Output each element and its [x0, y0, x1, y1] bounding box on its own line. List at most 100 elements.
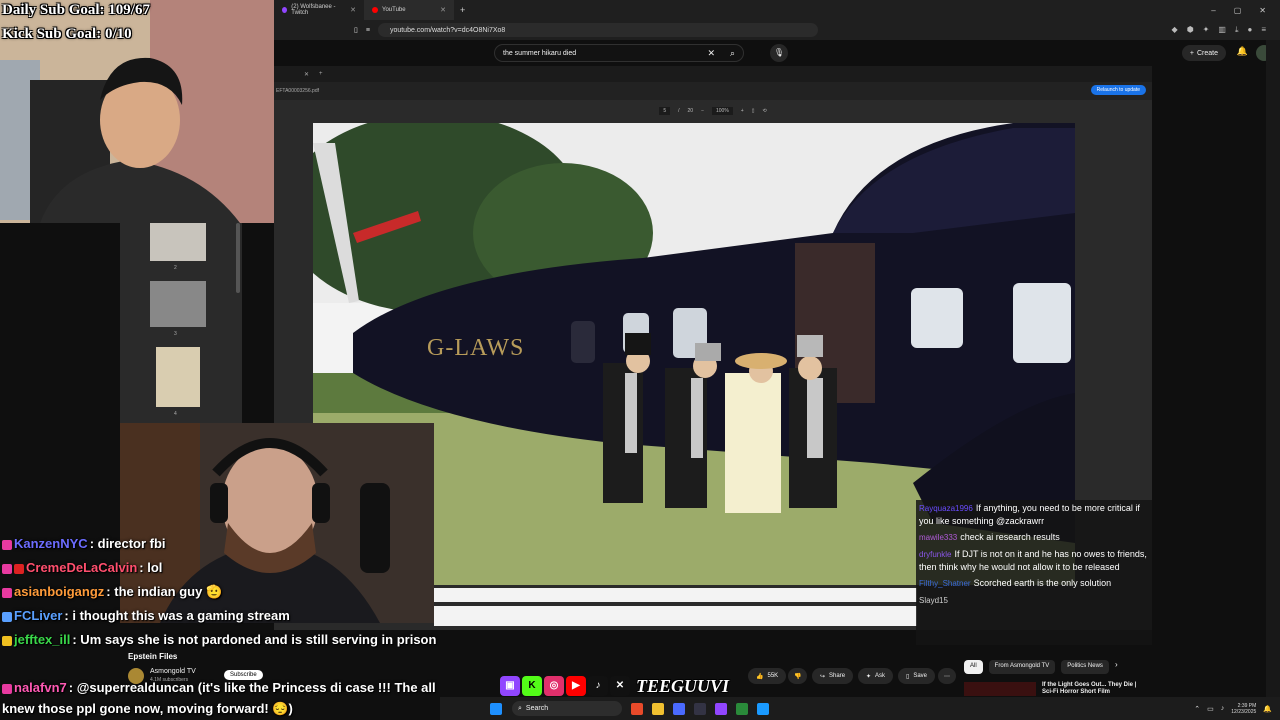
- bell-icon[interactable]: 🔔: [1237, 46, 1248, 57]
- discord-icon[interactable]: [673, 702, 685, 715]
- minimize-button[interactable]: –: [1211, 6, 1215, 15]
- clock[interactable]: 2:39 PM 12/23/2025: [1231, 703, 1256, 715]
- zoom-in-icon[interactable]: +: [741, 108, 744, 114]
- pdf-address-bar: EFTA00003256.pdf Relaunch to update: [274, 82, 1152, 100]
- steam-icon[interactable]: [694, 702, 706, 715]
- bell-icon[interactable]: 🔔: [1263, 705, 1272, 713]
- instagram-icon: ◎: [544, 676, 564, 696]
- create-label: Create: [1196, 49, 1218, 57]
- maximize-button[interactable]: ▢: [1234, 6, 1242, 15]
- address-bar-row: ▯ ≡ youtube.com/watch?v=dc4O8Ni7Xo8 ◆ ⬢ …: [274, 20, 1280, 40]
- chat-username: nalafvn7: [14, 680, 67, 695]
- volume-icon[interactable]: ♪: [1221, 705, 1225, 712]
- extension-icons: ◆ ⬢ ✦ ▥ ⤓ ● ≡: [1172, 25, 1280, 35]
- network-icon[interactable]: ▭: [1207, 705, 1214, 713]
- page-thumbnail[interactable]: [150, 281, 206, 327]
- screen: (2) Wolfsbanee - Twitch ✕ YouTube ✕ + – …: [0, 0, 1280, 720]
- edge-icon[interactable]: [757, 702, 769, 715]
- search-icon[interactable]: ⌕: [730, 48, 735, 59]
- close-icon[interactable]: ✕: [304, 71, 309, 78]
- tab-youtube[interactable]: YouTube ✕: [364, 0, 454, 20]
- plus-icon: +: [1189, 49, 1194, 57]
- page-thumbnail[interactable]: [156, 347, 200, 407]
- video-title: Epstein Files: [128, 652, 178, 661]
- bookmark-icon[interactable]: ▯: [354, 26, 358, 34]
- extension-icon[interactable]: ⬢: [1187, 25, 1194, 35]
- chevron-up-icon[interactable]: ⌃: [1194, 705, 1200, 713]
- chip-from-channel[interactable]: From Asmongold TV: [988, 660, 1056, 674]
- profile-icon[interactable]: ●: [1247, 25, 1252, 35]
- page-thumbnail[interactable]: [150, 223, 206, 261]
- ask-label: Ask: [875, 673, 886, 679]
- taskbar-search[interactable]: ⌕ Search: [512, 701, 622, 716]
- downloads-icon[interactable]: ⤓: [1235, 25, 1239, 35]
- webcam-streamer: Daily Sub Goal: 109/67 Kick Sub Goal: 0/…: [0, 0, 274, 223]
- chat-message: mawile333 check ai research results: [916, 529, 1152, 546]
- extension-icon[interactable]: ◆: [1172, 25, 1178, 35]
- pdf-thumbnails: 2 3 4: [120, 223, 242, 423]
- recommended-video[interactable]: If the Light Goes Out... They Die | Sci-…: [964, 680, 1144, 696]
- dislike-button[interactable]: 👎: [788, 668, 808, 684]
- share-label: Share: [829, 673, 846, 679]
- youtube-icon: ▶: [566, 676, 586, 696]
- pdf-filename: EFTA00003256.pdf: [276, 88, 319, 94]
- page-separator: /: [678, 108, 680, 114]
- save-button[interactable]: ▯ Save: [898, 668, 935, 684]
- puzzle-icon[interactable]: ✦: [1203, 25, 1210, 35]
- pdf-page: [434, 606, 917, 626]
- site-info-icon[interactable]: ≡: [366, 27, 370, 34]
- windows-icon[interactable]: [490, 702, 502, 715]
- window-controls: – ▢ ✕: [1211, 6, 1280, 15]
- twitch-icon: ▣: [500, 676, 520, 696]
- chip-all[interactable]: All: [964, 660, 983, 674]
- relaunch-button[interactable]: Relaunch to update: [1090, 85, 1146, 95]
- close-icon[interactable]: ✕: [350, 6, 356, 14]
- like-button[interactable]: 👍 55K: [748, 668, 787, 684]
- twitch-icon[interactable]: [715, 702, 727, 715]
- chat-message: dryfunkle If DJT is not on it and he has …: [916, 546, 1152, 575]
- badge-icon: [2, 563, 12, 574]
- video-thumbnail[interactable]: [964, 682, 1036, 696]
- chrome-icon[interactable]: [736, 702, 748, 715]
- url-field[interactable]: youtube.com/watch?v=dc4O8Ni7Xo8: [377, 23, 818, 37]
- channel-name[interactable]: Asmongold TV: [150, 668, 196, 675]
- ask-button[interactable]: ✦ Ask: [858, 668, 894, 684]
- chip-politics[interactable]: Politics News: [1061, 660, 1109, 674]
- scrollbar[interactable]: [1266, 40, 1280, 697]
- badge-icon: [2, 683, 12, 694]
- youtube-icon: [372, 7, 378, 13]
- chat-message: Slayd15: [916, 592, 1152, 609]
- folder-icon[interactable]: [652, 702, 664, 715]
- close-window-button[interactable]: ✕: [1259, 6, 1266, 15]
- chat-message: asianboigangz: the indian guy 🫡: [2, 581, 438, 602]
- chevron-right-icon[interactable]: ›: [1115, 660, 1118, 674]
- menu-icon[interactable]: ≡: [1261, 25, 1266, 35]
- scrollbar[interactable]: [236, 223, 240, 293]
- mic-icon[interactable]: 🎙: [770, 44, 788, 62]
- youtube-header: the summer hikaru died ✕ ⌕ 🎙 + Create 🔔: [274, 40, 1280, 66]
- new-tab-icon[interactable]: +: [319, 71, 323, 77]
- chat-text: : the indian guy 🫡: [106, 584, 223, 599]
- sidebar-icon[interactable]: ▥: [1218, 25, 1226, 35]
- tab-twitch[interactable]: (2) Wolfsbanee - Twitch ✕: [274, 0, 364, 20]
- search-input[interactable]: the summer hikaru died ✕ ⌕: [494, 44, 744, 62]
- zoom-level[interactable]: 100%: [711, 107, 733, 115]
- new-tab-button[interactable]: +: [454, 5, 465, 15]
- subscribe-button[interactable]: Subscribe: [224, 670, 263, 680]
- zoom-out-icon[interactable]: −: [701, 108, 704, 114]
- clear-search-icon[interactable]: ✕: [707, 48, 715, 59]
- page-number-input[interactable]: 5: [659, 107, 671, 115]
- x-icon: ✕: [610, 676, 630, 696]
- create-button[interactable]: + Create: [1181, 45, 1226, 61]
- more-button[interactable]: ⋯: [938, 668, 956, 684]
- rotate-icon[interactable]: ⟲: [762, 108, 766, 114]
- thumbnail-number: 4: [174, 411, 177, 417]
- recommended-title[interactable]: If the Light Goes Out... They Die | Sci-…: [1042, 682, 1144, 696]
- brave-icon[interactable]: [631, 702, 643, 715]
- fit-page-icon[interactable]: ▯: [752, 108, 755, 114]
- channel-avatar[interactable]: [128, 668, 144, 684]
- search-icon: ⌕: [518, 704, 522, 712]
- share-button[interactable]: ↪ Share: [812, 668, 854, 684]
- close-icon[interactable]: ✕: [440, 6, 446, 14]
- kick-icon: K: [522, 676, 542, 696]
